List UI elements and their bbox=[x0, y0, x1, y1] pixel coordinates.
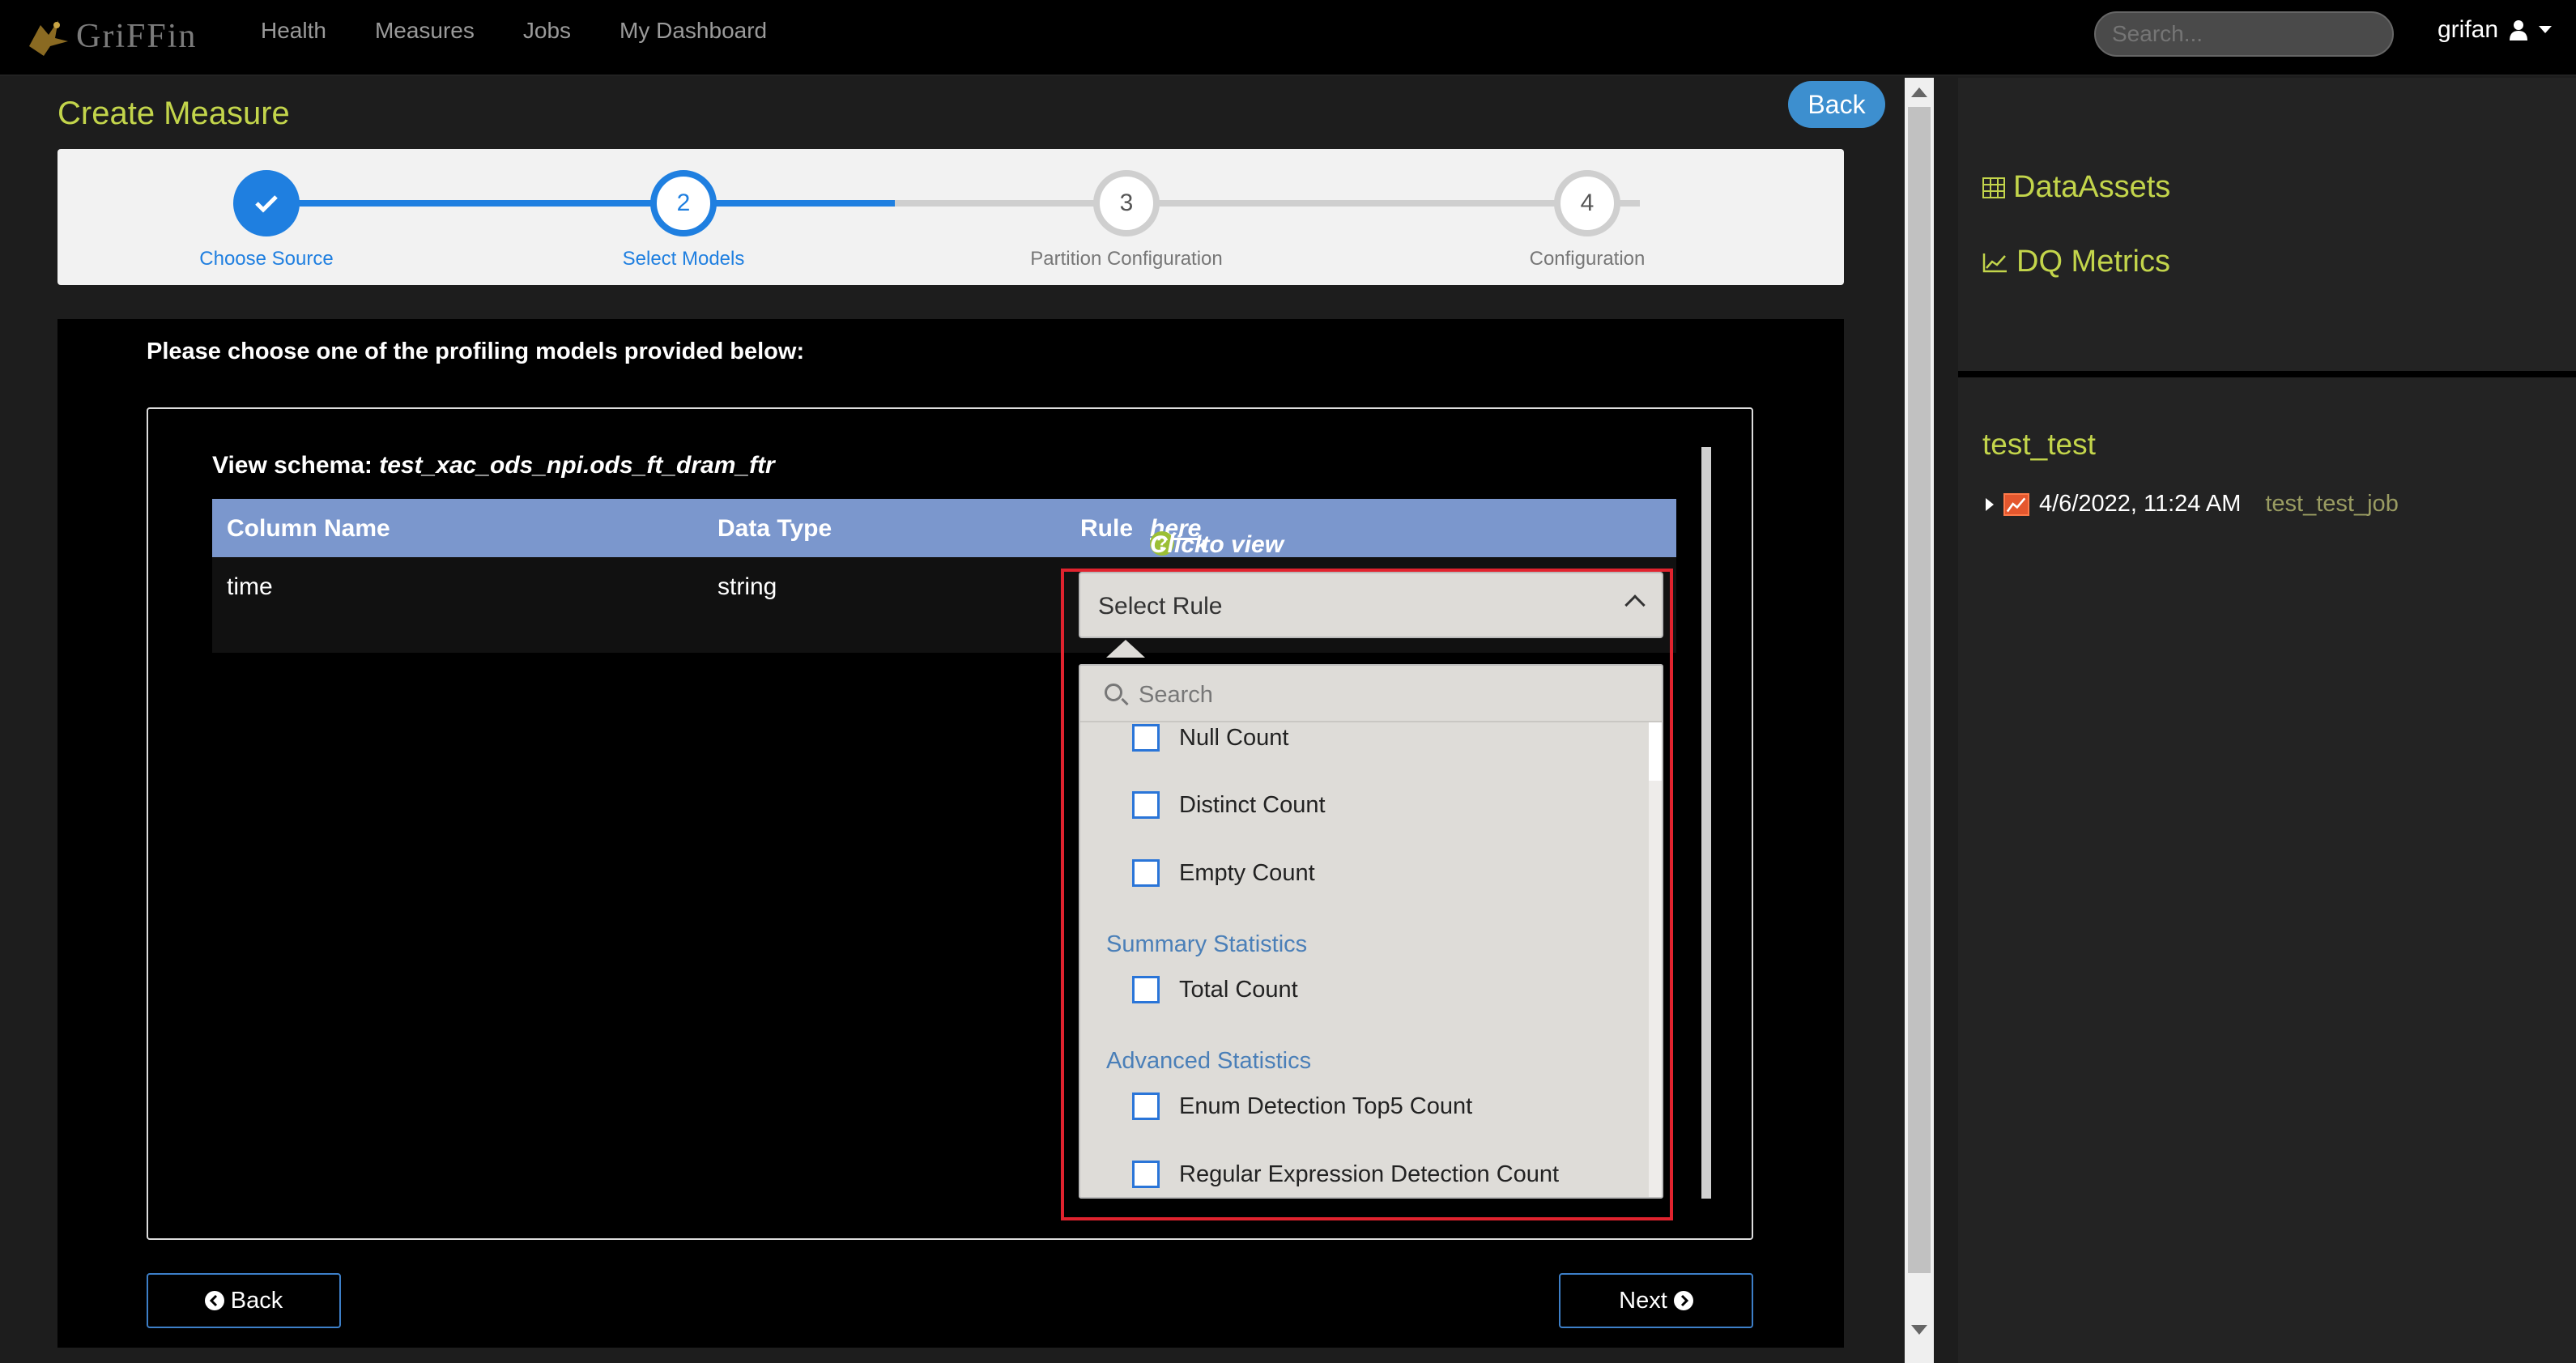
option-regex-count[interactable]: Regular Expression Detection Count bbox=[1132, 1161, 1559, 1188]
option-null-count[interactable]: Null Count bbox=[1132, 724, 1288, 752]
dropdown-scrollbar[interactable] bbox=[1649, 722, 1662, 1197]
schema-label: View schema: bbox=[212, 452, 373, 479]
checkbox[interactable] bbox=[1132, 976, 1160, 1003]
step-choose-source[interactable]: Choose Source bbox=[199, 170, 334, 270]
job-name-link[interactable]: test_test_job bbox=[2265, 491, 2398, 518]
models-prompt: Please choose one of the profiling model… bbox=[147, 339, 805, 364]
group-advanced-statistics: Advanced Statistics bbox=[1106, 1048, 1312, 1074]
schema-value: test_xac_ods_npi.ods_ft_dram_ftr bbox=[379, 452, 775, 479]
logo[interactable]: GriFFin bbox=[26, 8, 197, 65]
logo-text: GriFFin bbox=[76, 18, 198, 55]
user-menu[interactable]: grifan bbox=[2438, 16, 2553, 44]
dropdown-scrollbar-thumb[interactable] bbox=[1649, 722, 1662, 781]
sidebar-divider bbox=[1958, 371, 2576, 377]
step-line-complete bbox=[266, 200, 952, 207]
arrow-circle-right-icon bbox=[1673, 1291, 1693, 1310]
sidebar-link-dataassets[interactable]: DataAssets bbox=[1982, 170, 2170, 205]
chevron-up-icon bbox=[1624, 594, 1646, 615]
schema-scrollbar[interactable] bbox=[1701, 447, 1711, 1199]
dropdown-search-placeholder: Search bbox=[1139, 682, 1213, 708]
main-nav: Health Measures Jobs My Dashboard bbox=[261, 18, 815, 44]
dropdown-search[interactable]: Search bbox=[1080, 666, 1662, 722]
checkbox[interactable] bbox=[1132, 724, 1160, 752]
step-progress: Choose Source 2 Select Models 3 Partitio… bbox=[57, 149, 1844, 285]
step-number-3: 3 bbox=[1093, 170, 1160, 236]
check-icon bbox=[233, 170, 300, 236]
table-icon bbox=[1982, 177, 2005, 198]
rule-dropdown: Search Null Count Distinct Count Empty C… bbox=[1079, 664, 1663, 1199]
sidebar-link-dq-metrics[interactable]: DQ Metrics bbox=[1982, 245, 2170, 279]
checkbox[interactable] bbox=[1132, 1161, 1160, 1188]
row-column-name: time bbox=[227, 573, 273, 600]
step-label-2: Select Models bbox=[622, 248, 745, 270]
nav-jobs[interactable]: Jobs bbox=[523, 18, 571, 44]
column-header-type: Data Type bbox=[717, 515, 832, 542]
table-header: Column Name Data Type Rule ? Click here t… bbox=[212, 499, 1676, 613]
user-name: grifan bbox=[2438, 16, 2499, 43]
rule-select-placeholder: Select Rule bbox=[1098, 593, 1223, 620]
page-title: Create Measure bbox=[57, 96, 290, 131]
checkbox[interactable] bbox=[1132, 1093, 1160, 1120]
sidebar-project-title: test_test bbox=[1982, 428, 2096, 461]
option-enum-top5-count[interactable]: Enum Detection Top5 Count bbox=[1132, 1093, 1472, 1120]
column-header-name: Column Name bbox=[227, 515, 390, 542]
step-label-1: Choose Source bbox=[199, 248, 334, 270]
back-button[interactable]: Back bbox=[147, 1273, 341, 1328]
step-number-2: 2 bbox=[650, 170, 717, 236]
nav-measures[interactable]: Measures bbox=[375, 18, 475, 44]
user-icon bbox=[2510, 20, 2528, 40]
option-distinct-count[interactable]: Distinct Count bbox=[1132, 791, 1326, 819]
nav-my-dashboard[interactable]: My Dashboard bbox=[620, 18, 767, 44]
chart-icon bbox=[2003, 492, 2029, 516]
sidebar-job-item[interactable]: 4/6/2022, 11:24 AM test_test_job bbox=[1986, 491, 2399, 518]
option-total-count[interactable]: Total Count bbox=[1132, 976, 1298, 1003]
checkbox[interactable] bbox=[1132, 791, 1160, 819]
caret-right-icon[interactable] bbox=[1986, 497, 1994, 511]
step-label-3: Partition Configuration bbox=[1030, 248, 1223, 270]
option-empty-count[interactable]: Empty Count bbox=[1132, 859, 1315, 887]
step-select-models[interactable]: 2 Select Models bbox=[616, 170, 751, 270]
back-button-top[interactable]: Back bbox=[1788, 81, 1885, 128]
step-label-4: Configuration bbox=[1529, 248, 1646, 270]
step-partition-configuration[interactable]: 3 Partition Configuration bbox=[989, 170, 1264, 270]
row-data-type: string bbox=[717, 573, 777, 600]
search-icon bbox=[1105, 684, 1122, 701]
caret-down-icon bbox=[2539, 26, 2553, 33]
checkbox[interactable] bbox=[1132, 859, 1160, 887]
job-datetime: 4/6/2022, 11:24 AM bbox=[2039, 491, 2242, 517]
group-summary-statistics: Summary Statistics bbox=[1106, 931, 1308, 957]
search-input[interactable] bbox=[2094, 11, 2394, 57]
page-scrollbar-thumb[interactable] bbox=[1908, 107, 1931, 1273]
nav-health[interactable]: Health bbox=[261, 18, 326, 44]
next-button[interactable]: Next bbox=[1559, 1273, 1753, 1328]
scroll-down-arrow-icon[interactable] bbox=[1911, 1325, 1927, 1335]
arrow-circle-left-icon bbox=[204, 1291, 224, 1310]
scroll-up-arrow-icon[interactable] bbox=[1911, 87, 1927, 97]
rule-select[interactable]: Select Rule bbox=[1079, 572, 1663, 638]
line-chart-icon bbox=[1982, 253, 2007, 272]
step-configuration[interactable]: 4 Configuration bbox=[1506, 170, 1668, 270]
griffin-logo-icon bbox=[29, 20, 68, 56]
rule-help-text: ?Click here to view the rule definition bbox=[1150, 515, 1310, 613]
top-navbar: GriFFin Health Measures Jobs My Dashboar… bbox=[0, 0, 2576, 76]
step-number-4: 4 bbox=[1554, 170, 1620, 236]
dropdown-pointer bbox=[1106, 640, 1145, 658]
column-header-rule: Rule bbox=[1080, 515, 1134, 542]
schema-heading: View schema: test_xac_ods_npi.ods_ft_dra… bbox=[212, 452, 775, 479]
